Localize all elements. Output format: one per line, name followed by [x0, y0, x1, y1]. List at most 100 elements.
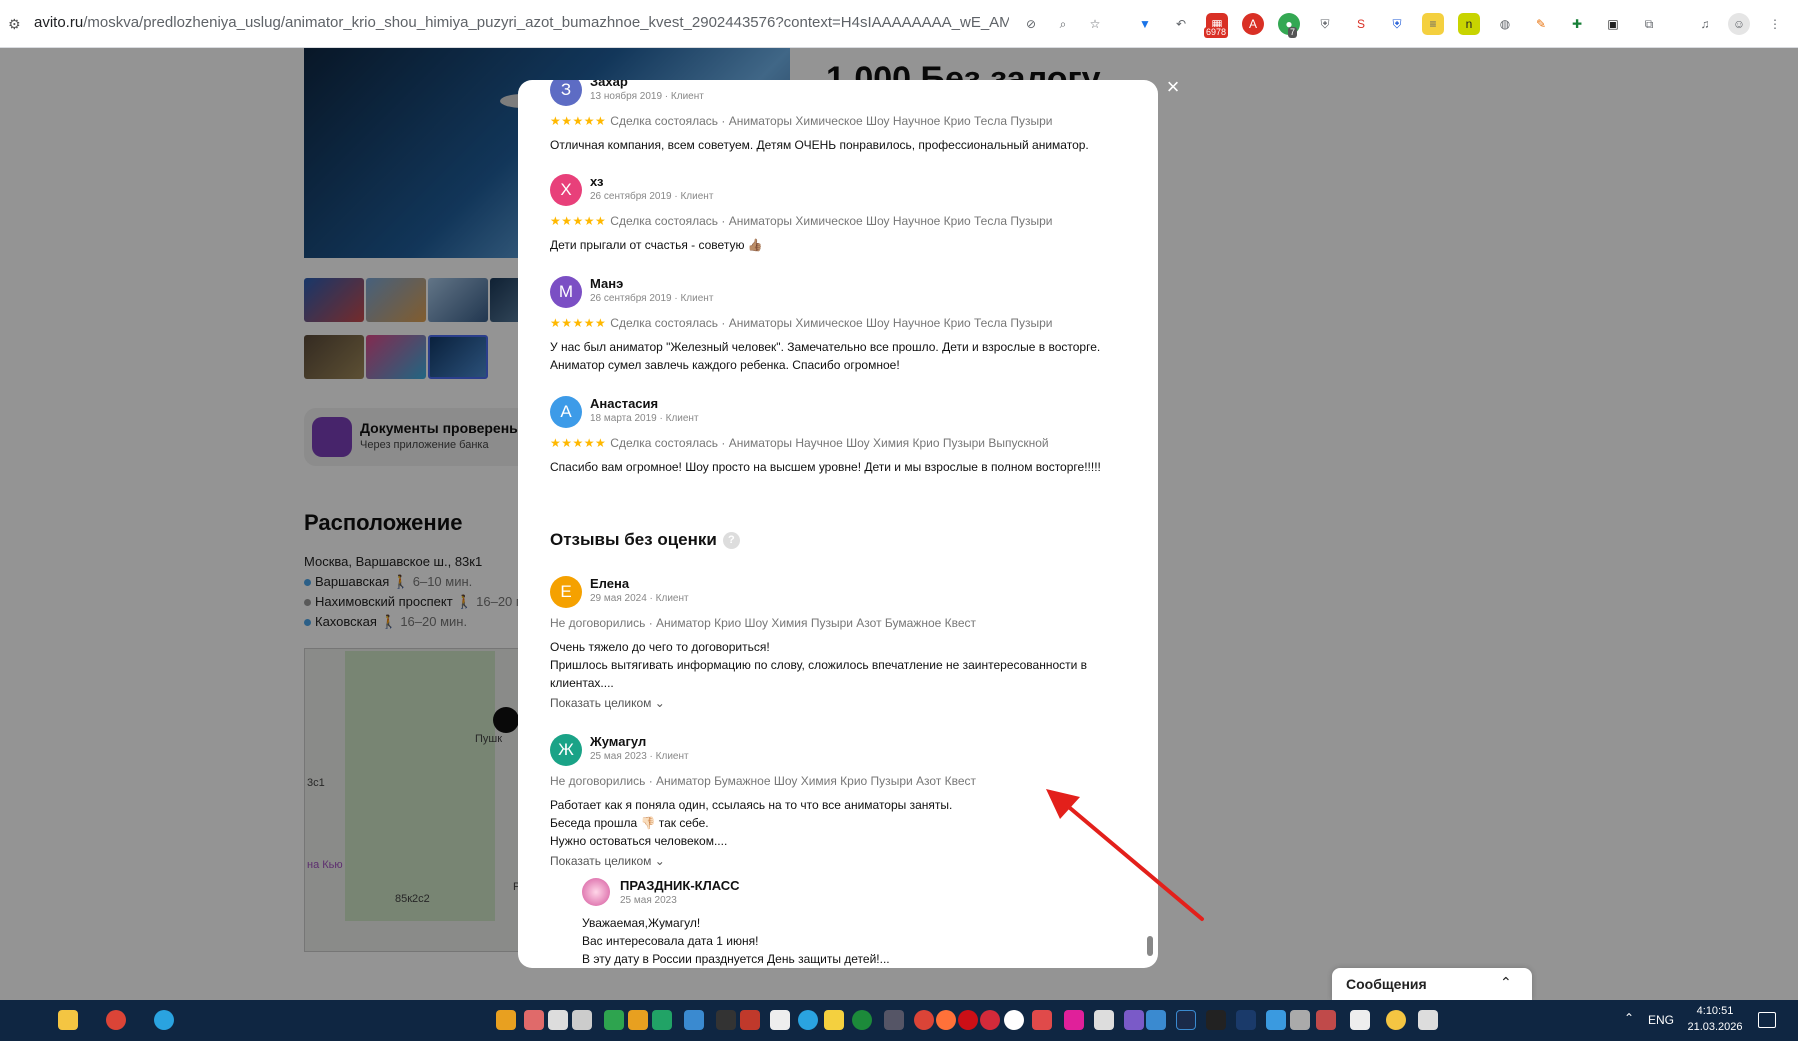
zoom-icon[interactable]: ⌕	[1052, 13, 1074, 35]
taskbar-app-icon[interactable]	[548, 1010, 568, 1030]
shield-icon[interactable]: ⛨	[1314, 13, 1336, 35]
messages-widget[interactable]: Сообщения ⌃	[1332, 968, 1532, 1000]
reviewer-avatar: А	[550, 396, 582, 428]
globe-icon[interactable]: ◍	[1494, 13, 1516, 35]
taskbar-app-icon[interactable]	[798, 1010, 818, 1030]
eye-off-icon[interactable]: ⊘	[1020, 13, 1042, 35]
reviewer-name: Анастасия	[590, 396, 659, 411]
taskbar-app-icon[interactable]	[652, 1010, 672, 1030]
site-settings-icon[interactable]: ⚙	[8, 16, 24, 32]
taskbar-app-icon[interactable]	[958, 1010, 978, 1030]
unrated-reviews-heading: Отзывы без оценки?	[550, 530, 740, 550]
address-bar[interactable]: avito.ru/moskva/predlozheniya_uslug/anim…	[34, 14, 1009, 31]
show-full-review-link[interactable]: Показать целиком ⌄	[550, 696, 665, 710]
clock-date[interactable]: 21.03.2026	[1684, 1021, 1746, 1033]
extension-back-icon[interactable]: ↶	[1170, 13, 1192, 35]
review-text: У нас был аниматор "Железный человек". З…	[550, 340, 1101, 372]
reviewer-name: Захар	[590, 80, 628, 89]
taskbar-app-icon[interactable]	[1032, 1010, 1052, 1030]
reviewer-name: Жумагул	[590, 734, 647, 749]
telegram-icon[interactable]	[154, 1010, 174, 1030]
review-text: Дети прыгали от счастья - советую 👍🏽	[550, 238, 763, 252]
review-date: 29 мая 2024 · Клиент	[590, 593, 689, 604]
taskbar-app-icon[interactable]	[1094, 1010, 1114, 1030]
review-deal-info: Сделка состоялась · Аниматоры Научное Шо…	[610, 436, 1049, 450]
taskbar-app-icon[interactable]	[980, 1010, 1000, 1030]
annotation-arrow	[1046, 789, 1204, 921]
review-meta: ★★★★★ Сделка состоялась · Аниматоры Химич…	[550, 114, 1053, 128]
bitwarden-icon[interactable]: ⛨	[1386, 13, 1408, 35]
taskbar-app-icon[interactable]	[1206, 1010, 1226, 1030]
taskbar-app-icon[interactable]	[1386, 1010, 1406, 1030]
rating-stars-icon: ★★★★★	[550, 114, 607, 128]
taskbar-app-icon[interactable]	[1290, 1010, 1310, 1030]
review-deal-info: Не договорились · Аниматор Бумажное Шоу …	[550, 774, 977, 788]
puzzle-green-icon[interactable]: ✚	[1566, 13, 1588, 35]
taskbar-app-icon[interactable]	[684, 1010, 704, 1030]
notes-icon[interactable]: ≡	[1422, 13, 1444, 35]
notifications-icon[interactable]	[1758, 1012, 1776, 1028]
taskbar-app-icon[interactable]	[572, 1010, 592, 1030]
recycle-bin-icon[interactable]	[1418, 1010, 1438, 1030]
extensions-puzzle-icon[interactable]: ⧉	[1638, 13, 1660, 35]
seller-name: ПРАЗДНИК-КЛАСС	[620, 878, 740, 893]
extension-sp-icon[interactable]: S	[1350, 13, 1372, 35]
taskbar-app-icon[interactable]	[884, 1010, 904, 1030]
taskbar-app-icon[interactable]	[628, 1010, 648, 1030]
taskbar-app-icon[interactable]	[1266, 1010, 1286, 1030]
badge-count-7: 7	[1288, 27, 1298, 38]
taskbar-app-icon[interactable]	[1316, 1010, 1336, 1030]
taskbar-app-icon[interactable]	[1176, 1010, 1196, 1030]
extension-orange-icon[interactable]: ✎	[1530, 13, 1552, 35]
menu-dots-icon[interactable]: ⋮	[1764, 13, 1786, 35]
show-full-review-link[interactable]: Показать целиком ⌄	[550, 854, 665, 868]
taskbar-app-icon[interactable]	[496, 1010, 516, 1030]
extension-dark-icon[interactable]: ▣	[1602, 13, 1624, 35]
reviewer-name: хз	[590, 174, 604, 189]
seller-logo	[582, 878, 610, 906]
taskbar-app-icon[interactable]	[716, 1010, 736, 1030]
chrome-icon[interactable]	[106, 1010, 126, 1030]
taskbar-app-icon[interactable]	[936, 1010, 956, 1030]
review-date: 18 марта 2019 · Клиент	[590, 413, 699, 424]
extension-n-icon[interactable]: n	[1458, 13, 1480, 35]
messages-label: Сообщения	[1346, 976, 1427, 992]
taskbar-app-icon[interactable]	[1064, 1010, 1084, 1030]
reviewer-avatar: З	[550, 80, 582, 106]
taskbar-app-icon[interactable]	[740, 1010, 760, 1030]
adblock-icon[interactable]: A	[1242, 13, 1264, 35]
taskbar-app-icon[interactable]	[852, 1010, 872, 1030]
taskbar-app-icon[interactable]	[824, 1010, 844, 1030]
extension-v-icon[interactable]: ▼	[1134, 13, 1156, 35]
scrollbar-thumb[interactable]	[1147, 936, 1153, 956]
taskbar-app-icon[interactable]	[1146, 1010, 1166, 1030]
taskbar-app-icon[interactable]	[914, 1010, 934, 1030]
file-explorer-icon[interactable]	[58, 1010, 78, 1030]
media-control-icon[interactable]: ♫	[1694, 13, 1716, 35]
reviewer-avatar: Ж	[550, 734, 582, 766]
taskbar-app-icon[interactable]	[1004, 1010, 1024, 1030]
bookmark-star-icon[interactable]: ☆	[1084, 13, 1106, 35]
show-hidden-icons-icon[interactable]: ⌃	[1624, 1011, 1634, 1025]
reviewer-avatar: М	[550, 276, 582, 308]
browser-toolbar: ⚙ avito.ru/moskva/predlozheniya_uslug/an…	[0, 0, 1798, 48]
taskbar-app-icon[interactable]	[1236, 1010, 1256, 1030]
taskbar-app-icon[interactable]	[1350, 1010, 1370, 1030]
taskbar-app-icon[interactable]	[770, 1010, 790, 1030]
unrated-reviews-title: Отзывы без оценки	[550, 530, 717, 549]
rating-stars-icon: ★★★★★	[550, 316, 607, 330]
help-icon[interactable]: ?	[722, 532, 740, 550]
reviewer-name: Елена	[590, 576, 630, 591]
review-deal-info: Сделка состоялась · Аниматоры Химическое…	[610, 316, 1053, 330]
chevron-up-icon[interactable]: ⌃	[1500, 974, 1512, 991]
close-icon[interactable]: ×	[1162, 76, 1184, 98]
taskbar-app-icon[interactable]	[524, 1010, 544, 1030]
taskbar-app-icon[interactable]	[604, 1010, 624, 1030]
windows-taskbar: ⌃ ENG 4:10:51 21.03.2026	[0, 1000, 1798, 1041]
review-meta: ★★★★★ Сделка состоялась · Аниматоры Химич…	[550, 316, 1053, 330]
taskbar-app-icon[interactable]	[1124, 1010, 1144, 1030]
url-path: /moskva/predlozheniya_uslug/animator_kri…	[83, 14, 1009, 31]
profile-avatar[interactable]: ☺	[1728, 13, 1750, 35]
clock-time[interactable]: 4:10:51	[1690, 1005, 1740, 1017]
language-indicator[interactable]: ENG	[1648, 1013, 1674, 1027]
